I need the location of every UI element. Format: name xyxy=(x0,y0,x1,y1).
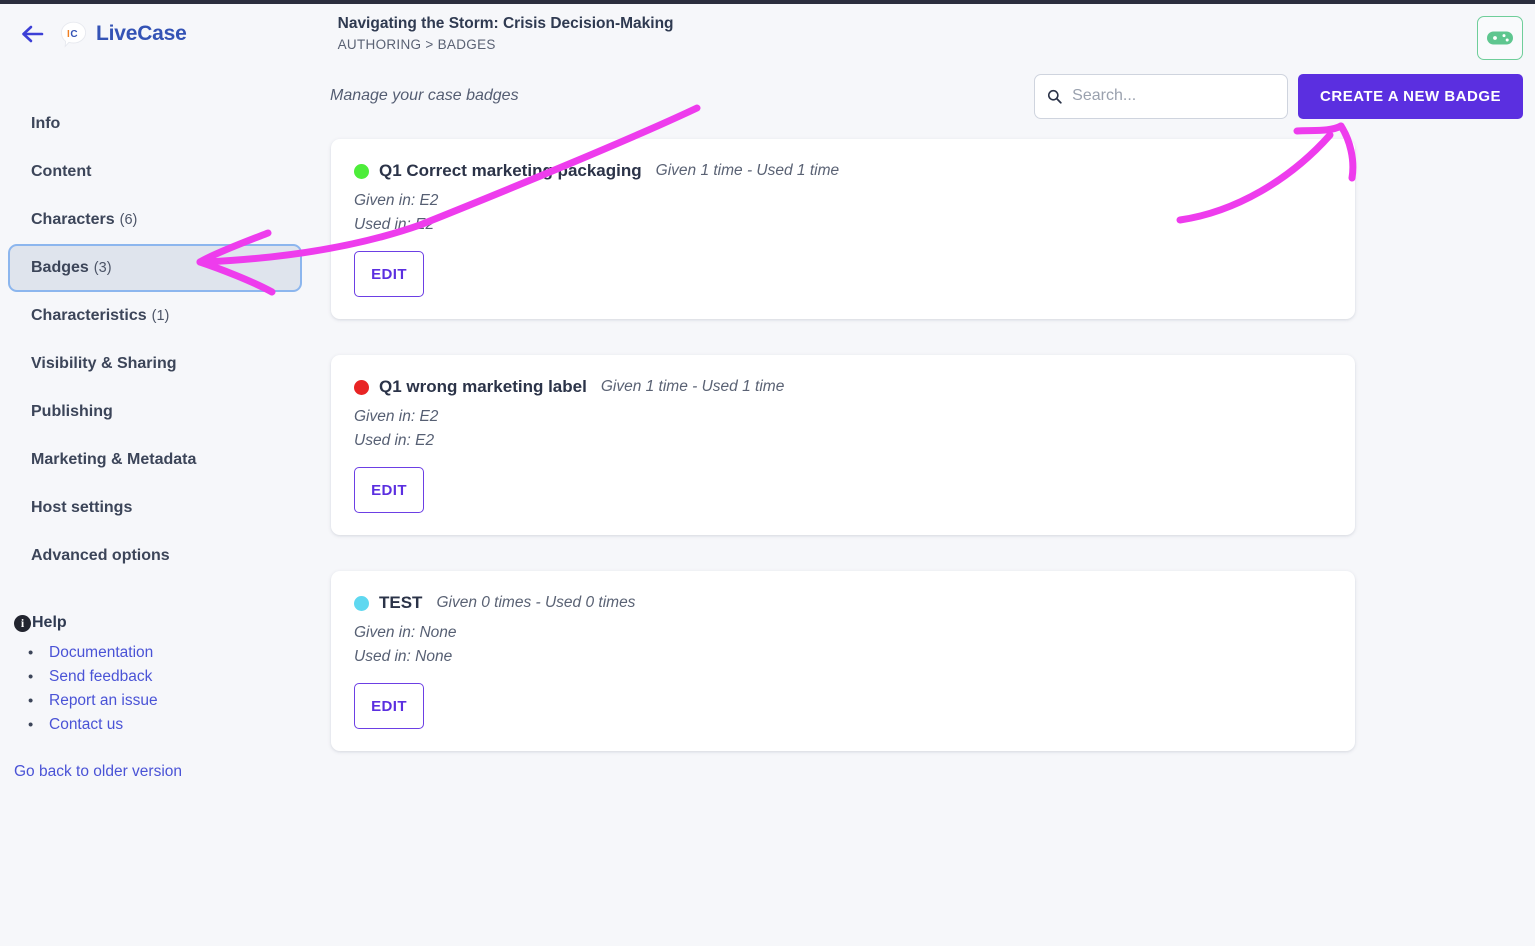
sidebar-item-badges[interactable]: Badges (3) xyxy=(8,244,302,292)
list-item: Contact us xyxy=(14,713,310,737)
badge-color-dot xyxy=(354,595,369,611)
help-link-contact-us[interactable]: Contact us xyxy=(49,716,123,734)
list-item: Documentation xyxy=(14,641,310,665)
sidebar-item-info[interactable]: Info xyxy=(8,100,302,148)
create-new-badge-button[interactable]: CREATE A NEW BADGE xyxy=(1298,73,1523,119)
sidebar-item-host-settings[interactable]: Host settings xyxy=(8,484,302,532)
sidebar: Info Content Characters (6) Badges (3) C… xyxy=(0,64,310,946)
list-item: Send feedback xyxy=(14,665,310,689)
help-title: Help xyxy=(32,614,67,631)
badge-usage-stats: Given 1 time - Used 1 time xyxy=(600,378,785,395)
edit-badge-button[interactable]: EDIT xyxy=(354,467,424,513)
help-section: i Help Documentation Send feedback Repor… xyxy=(0,614,310,737)
badge-usage-stats: Given 0 times - Used 0 times xyxy=(436,594,636,611)
badge-card: Q1 Correct marketing packaging Given 1 t… xyxy=(331,139,1355,319)
sidebar-item-label: Host settings xyxy=(31,499,133,516)
edit-badge-button[interactable]: EDIT xyxy=(354,683,424,729)
livecase-speech-bubble-logo: I C xyxy=(60,21,87,48)
sidebar-item-label: Info xyxy=(31,115,61,132)
badge-used-in: Used in: None xyxy=(354,648,453,665)
sidebar-item-count: (3) xyxy=(93,260,112,276)
badge-name: Q1 wrong marketing label xyxy=(379,377,587,396)
badge-used-in: Used in: E2 xyxy=(354,216,435,233)
search-icon xyxy=(1048,89,1062,104)
sidebar-item-label: Marketing & Metadata xyxy=(31,451,197,468)
sidebar-item-publishing[interactable]: Publishing xyxy=(8,388,302,436)
sidebar-item-count: (6) xyxy=(119,212,138,228)
badge-card-header: Q1 wrong marketing label Given 1 time - … xyxy=(354,377,1331,397)
sidebar-item-label: Advanced options xyxy=(31,547,170,564)
badge-given-in: Given in: None xyxy=(354,624,457,641)
badge-card: Q1 wrong marketing label Given 1 time - … xyxy=(331,355,1355,535)
brand-name: LiveCase xyxy=(96,22,187,45)
gamepad-icon xyxy=(1487,31,1513,45)
header-titles: Navigating the Storm: Crisis Decision-Ma… xyxy=(338,14,674,53)
sidebar-item-label: Publishing xyxy=(31,403,113,420)
help-links: Documentation Send feedback Report an is… xyxy=(14,641,310,737)
brand-logo-link[interactable]: I C LiveCase xyxy=(60,21,187,48)
sidebar-item-advanced-options[interactable]: Advanced options xyxy=(8,532,302,580)
list-item: Report an issue xyxy=(14,689,310,713)
sidebar-item-label: Content xyxy=(31,163,92,180)
main-content: Manage your case badges CREATE A NEW BAD… xyxy=(310,64,1535,946)
sidebar-item-characters[interactable]: Characters (6) xyxy=(8,196,302,244)
badge-name: TEST xyxy=(379,593,423,612)
search-input[interactable] xyxy=(1072,87,1276,105)
badge-given-in: Given in: E2 xyxy=(354,192,439,209)
badge-name: Q1 Correct marketing packaging xyxy=(379,161,642,180)
badge-color-dot xyxy=(354,379,369,395)
badge-usage-stats: Given 1 time - Used 1 time xyxy=(655,162,840,179)
sidebar-item-visibility-sharing[interactable]: Visibility & Sharing xyxy=(8,340,302,388)
badge-card: TEST Given 0 times - Used 0 times Given … xyxy=(331,571,1355,751)
badge-given-in: Given in: E2 xyxy=(354,408,439,425)
content-subtitle: Manage your case badges xyxy=(330,87,519,104)
sidebar-item-label: Badges xyxy=(31,259,89,276)
help-heading: i Help xyxy=(14,614,310,632)
svg-text:C: C xyxy=(70,28,77,39)
breadcrumb: AUTHORING > BADGES xyxy=(337,36,496,52)
help-link-report-an-issue[interactable]: Report an issue xyxy=(49,692,158,710)
badge-color-dot xyxy=(354,163,369,179)
help-link-send-feedback[interactable]: Send feedback xyxy=(49,668,152,686)
page-title: Navigating the Storm: Crisis Decision-Ma… xyxy=(337,15,674,33)
sidebar-item-marketing-metadata[interactable]: Marketing & Metadata xyxy=(8,436,302,484)
search-box[interactable] xyxy=(1034,73,1289,119)
info-icon: i xyxy=(14,614,31,632)
sidebar-item-label: Characteristics xyxy=(31,307,147,324)
play-preview-button[interactable] xyxy=(1477,16,1523,60)
back-button[interactable] xyxy=(10,14,56,54)
sidebar-item-count: (1) xyxy=(151,308,170,324)
sidebar-item-label: Characters xyxy=(31,211,115,228)
edit-badge-button[interactable]: EDIT xyxy=(354,251,424,297)
go-back-older-version-link[interactable]: Go back to older version xyxy=(0,763,310,781)
sidebar-item-characteristics[interactable]: Characteristics (1) xyxy=(8,292,302,340)
sidebar-item-label: Visibility & Sharing xyxy=(31,355,177,372)
content-toolbar: Manage your case badges CREATE A NEW BAD… xyxy=(310,64,1535,128)
badge-card-header: TEST Given 0 times - Used 0 times xyxy=(354,593,1331,613)
badge-used-in: Used in: E2 xyxy=(354,432,435,449)
badge-list: Q1 Correct marketing packaging Given 1 t… xyxy=(310,128,1535,751)
sidebar-item-content[interactable]: Content xyxy=(8,148,302,196)
app-header: I C LiveCase Navigating the Storm: Crisi… xyxy=(0,4,1535,64)
arrow-left-icon xyxy=(22,25,44,43)
badge-card-header: Q1 Correct marketing packaging Given 1 t… xyxy=(354,161,1331,181)
help-link-documentation[interactable]: Documentation xyxy=(49,644,153,662)
